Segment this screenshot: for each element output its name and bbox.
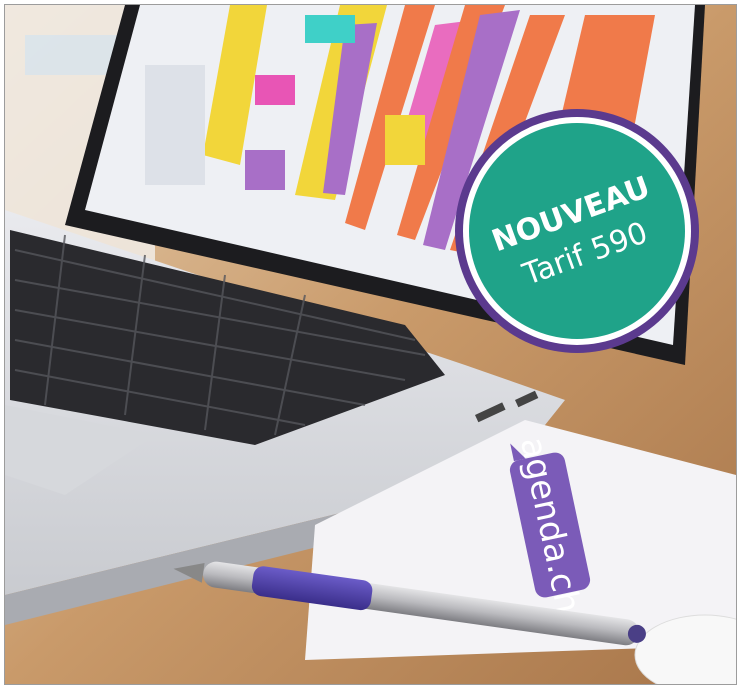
laptop-photo: agenda.ch NOUVEAU Tarif 590 — [5, 5, 736, 684]
photo-frame: agenda.ch NOUVEAU Tarif 590 — [4, 4, 737, 685]
nouveau-badge: NOUVEAU Tarif 590 — [455, 109, 699, 353]
